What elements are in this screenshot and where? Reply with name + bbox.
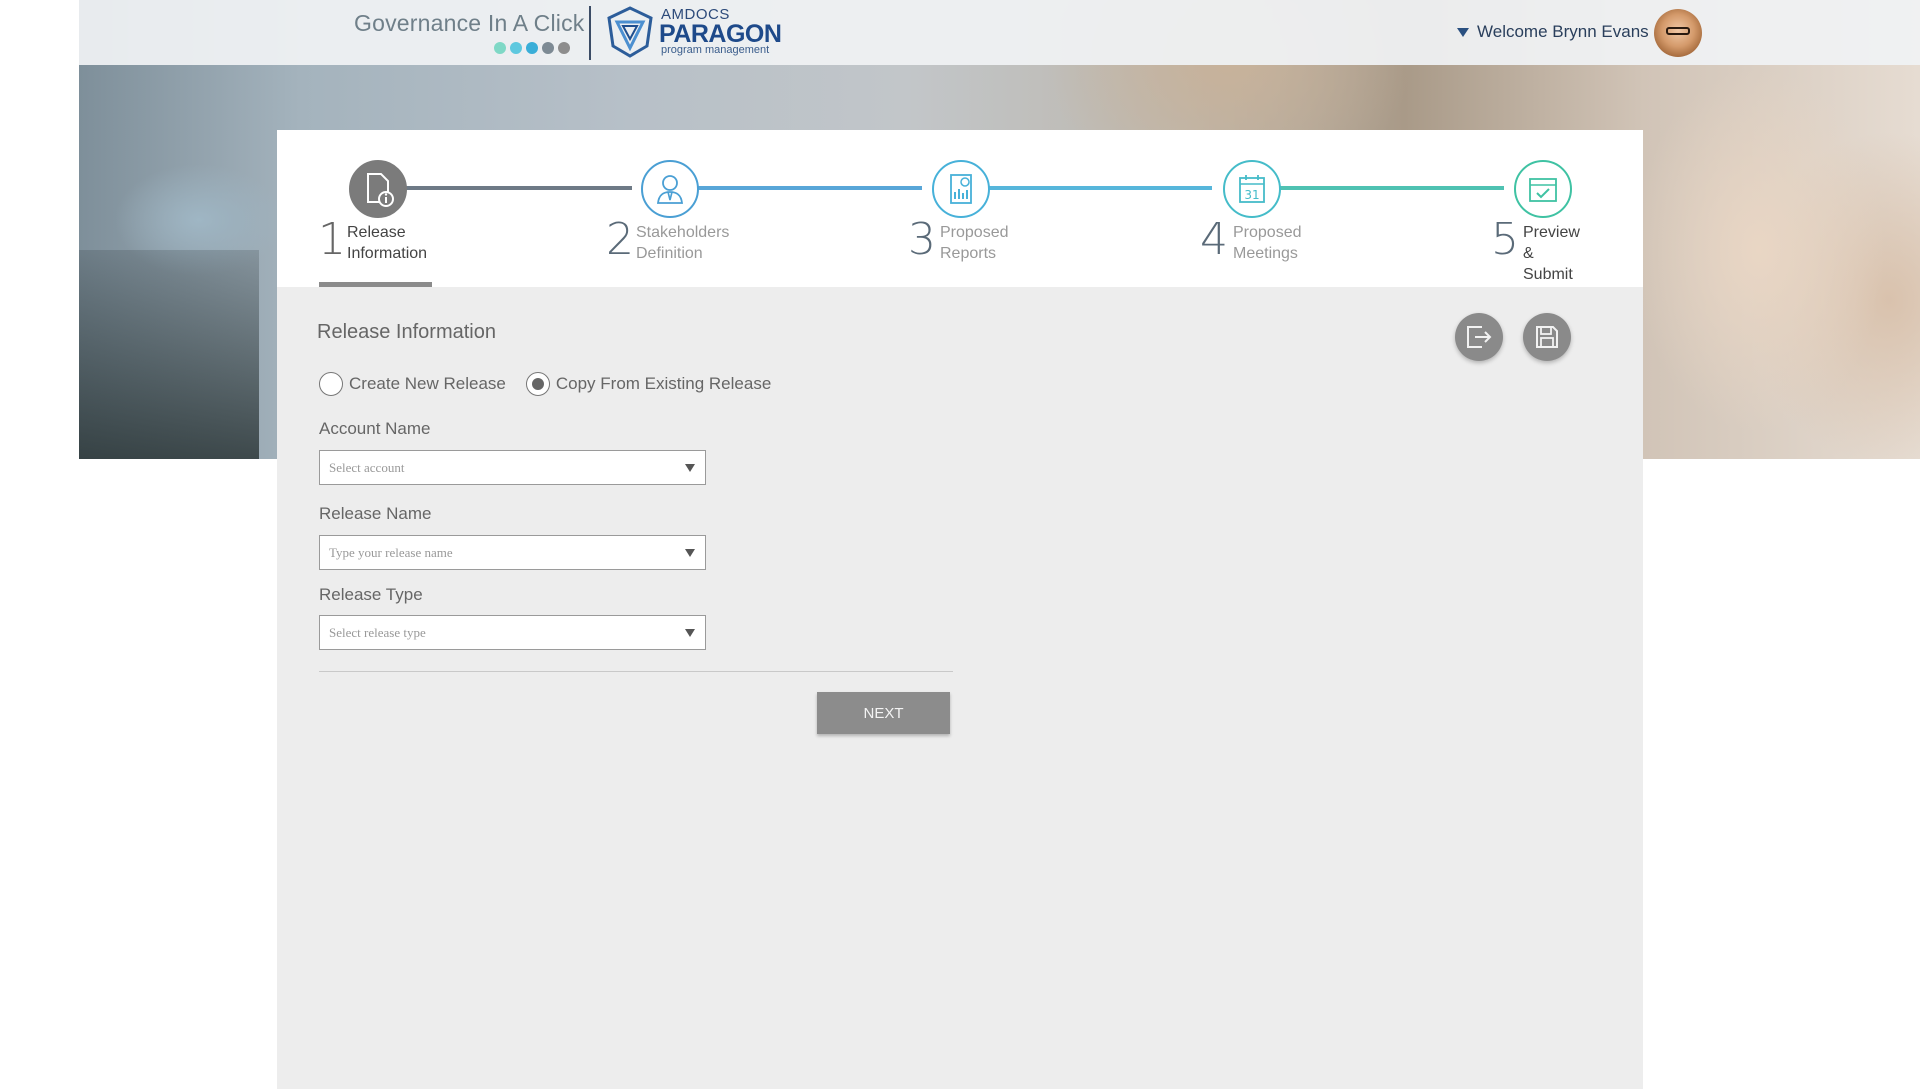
form-divider — [319, 671, 953, 672]
step-connector — [387, 186, 632, 190]
hero-shadow — [79, 250, 259, 459]
top-header: Governance In A Click AMDOCS PARAGON pro… — [79, 0, 1920, 65]
step-label: Release Information — [347, 224, 428, 262]
account-placeholder: Select account — [329, 459, 405, 475]
exit-button[interactable] — [1455, 313, 1503, 361]
step-label: Preview & Submit — [1523, 224, 1580, 283]
preview-submit-icon[interactable] — [1514, 160, 1572, 218]
report-icon[interactable] — [932, 160, 990, 218]
paragon-logo-icon — [607, 6, 653, 58]
brand-dot — [526, 42, 538, 54]
brand-dot — [558, 42, 570, 54]
copy-existing-release-option[interactable]: Copy From Existing Release — [525, 372, 771, 396]
save-button[interactable] — [1523, 313, 1571, 361]
document-info-icon[interactable] — [349, 160, 407, 218]
create-new-release-option[interactable]: Create New Release — [319, 372, 506, 396]
chevron-down-icon[interactable] — [1457, 27, 1469, 37]
release-type-select[interactable]: Select release type — [319, 615, 706, 650]
release-name-placeholder: Type your release name — [329, 544, 453, 560]
step-number: 3 — [908, 214, 936, 265]
release-mode-radio-group: Create New Release Copy From Existing Re… — [319, 372, 771, 396]
brand-dots — [494, 42, 570, 54]
brand-dot — [494, 42, 506, 54]
radio-label[interactable]: Create New Release — [349, 374, 506, 394]
brand-divider — [589, 6, 591, 60]
exit-icon — [1467, 326, 1492, 348]
radio-button[interactable] — [525, 372, 550, 396]
wizard-stepper: 1 Release Information 2 Stakeholders Def… — [277, 130, 1643, 287]
stakeholder-icon[interactable] — [641, 160, 699, 218]
paragon-tagline: program management — [661, 44, 770, 56]
dropdown-arrow-icon[interactable] — [685, 629, 695, 637]
dropdown-arrow-icon[interactable] — [685, 464, 695, 472]
section-title: Release Information — [317, 321, 496, 343]
step-label: Stakeholders Definition — [636, 224, 730, 262]
save-icon — [1536, 326, 1558, 348]
wizard-card: 1 Release Information 2 Stakeholders Def… — [277, 130, 1643, 1089]
active-step-indicator — [319, 282, 432, 287]
release-type-placeholder: Select release type — [329, 624, 426, 640]
step-connector — [677, 186, 922, 190]
release-name-input[interactable]: Type your release name — [319, 535, 706, 570]
release-type-label: Release Type — [319, 585, 423, 604]
account-name-label: Account Name — [319, 419, 431, 438]
step-connector — [967, 186, 1212, 190]
step-connector — [1259, 186, 1504, 190]
avatar[interactable] — [1654, 9, 1702, 57]
step-number: 2 — [606, 214, 634, 265]
release-name-label: Release Name — [319, 504, 432, 523]
step-label: Proposed Reports — [940, 224, 1009, 262]
step-number: 1 — [318, 214, 346, 265]
next-button[interactable]: NEXT — [817, 692, 950, 734]
account-select[interactable]: Select account — [319, 450, 706, 485]
user-menu[interactable]: Welcome Brynn Evans — [1457, 22, 1649, 42]
radio-button[interactable] — [319, 372, 343, 396]
radio-label[interactable]: Copy From Existing Release — [556, 374, 771, 394]
welcome-text[interactable]: Welcome Brynn Evans — [1477, 22, 1649, 42]
step-number: 5 — [1491, 214, 1519, 265]
brand-dot — [510, 42, 522, 54]
brand-title: Governance In A Click — [354, 10, 585, 36]
calendar-icon[interactable]: 31 — [1223, 160, 1281, 218]
step-number: 4 — [1200, 214, 1228, 265]
step-label: Proposed Meetings — [1233, 224, 1302, 262]
calendar-day: 31 — [1244, 188, 1259, 202]
dropdown-arrow-icon[interactable] — [685, 549, 695, 557]
brand-dot — [542, 42, 554, 54]
